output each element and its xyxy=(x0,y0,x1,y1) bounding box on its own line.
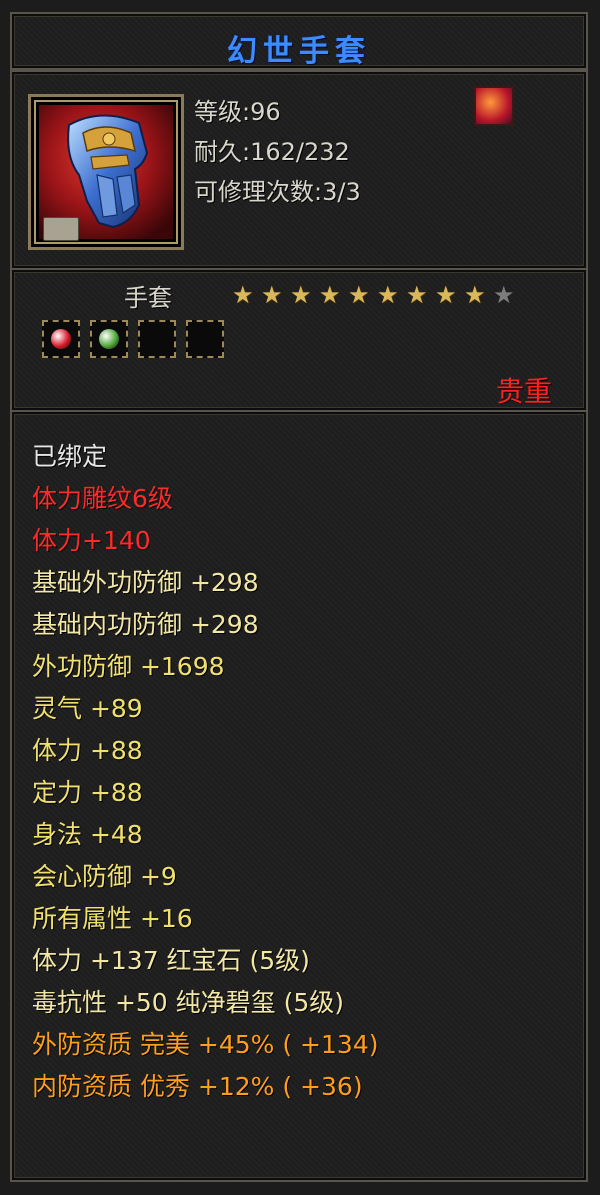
attribute-line: 定力 +88 xyxy=(32,778,143,807)
attribute-line: 外防资质 完美 +45% ( +134) xyxy=(32,1030,379,1059)
attribute-line: 毒抗性 +50 纯净碧玺 (5级) xyxy=(32,988,345,1017)
attribute-line: 基础内功防御 +298 xyxy=(32,610,259,639)
item-name: 幻世手套 xyxy=(227,34,371,69)
attribute-line: 体力 +137 红宝石 (5级) xyxy=(32,946,310,975)
gem-socket[interactable] xyxy=(90,320,128,358)
green-gem-icon xyxy=(99,329,119,349)
info-panel: 等级:96 耐久:162/232 可修理次数:3/3 xyxy=(10,70,588,270)
gem-socket[interactable] xyxy=(186,320,224,358)
item-durability: 耐久:162/232 xyxy=(194,138,350,166)
attribute-line: 体力 +88 xyxy=(32,736,143,765)
attribute-line: 灵气 +89 xyxy=(32,694,143,723)
star-empty-icon: ★ xyxy=(493,281,515,309)
item-repair-count: 可修理次数:3/3 xyxy=(194,178,361,206)
type-panel: 手套 ★ ★ ★ ★ ★ ★ ★ ★ ★ ★ 贵重 xyxy=(10,270,588,412)
attribute-line: 所有属性 +16 xyxy=(32,904,193,933)
special-effect-icon[interactable] xyxy=(474,86,514,126)
star-filled-icon: ★ xyxy=(348,281,370,309)
attribute-line: 外功防御 +1698 xyxy=(32,652,225,681)
star-filled-icon: ★ xyxy=(232,281,254,309)
attribute-line: 已绑定 xyxy=(32,442,108,471)
bind-lock-icon xyxy=(43,217,79,241)
star-filled-icon: ★ xyxy=(377,281,399,309)
attribute-line: 体力+140 xyxy=(32,526,151,555)
item-icon-slot[interactable] xyxy=(28,94,184,250)
attribute-line: 会心防御 +9 xyxy=(32,862,177,891)
attribute-line: 体力雕纹6级 xyxy=(32,484,173,513)
rarity-label: 贵重 xyxy=(495,375,552,408)
red-gem-icon xyxy=(51,329,71,349)
title-bar: 幻世手套 xyxy=(10,12,588,70)
star-filled-icon: ★ xyxy=(435,281,457,309)
attribute-line: 内防资质 优秀 +12% ( +36) xyxy=(32,1072,363,1101)
star-filled-icon: ★ xyxy=(319,281,341,309)
attribute-line: 身法 +48 xyxy=(32,820,143,849)
star-filled-icon: ★ xyxy=(406,281,428,309)
attribute-panel: 已绑定体力雕纹6级 体力+140 基础外功防御 +298 基础内功防御 +298 外功防… xyxy=(10,410,588,1182)
attribute-line: 基础外功防御 +298 xyxy=(32,568,259,597)
item-level: 等级:96 xyxy=(194,98,281,126)
gem-socket[interactable] xyxy=(42,320,80,358)
gem-socket[interactable] xyxy=(138,320,176,358)
item-tooltip: 幻世手套 等级:96 耐久:162/232 可修理次数:3/3 手套 ★ ★ ★… xyxy=(0,0,600,1195)
star-filled-icon: ★ xyxy=(261,281,283,309)
item-type: 手套 xyxy=(124,284,172,312)
star-filled-icon: ★ xyxy=(290,281,312,309)
star-filled-icon: ★ xyxy=(464,281,486,309)
